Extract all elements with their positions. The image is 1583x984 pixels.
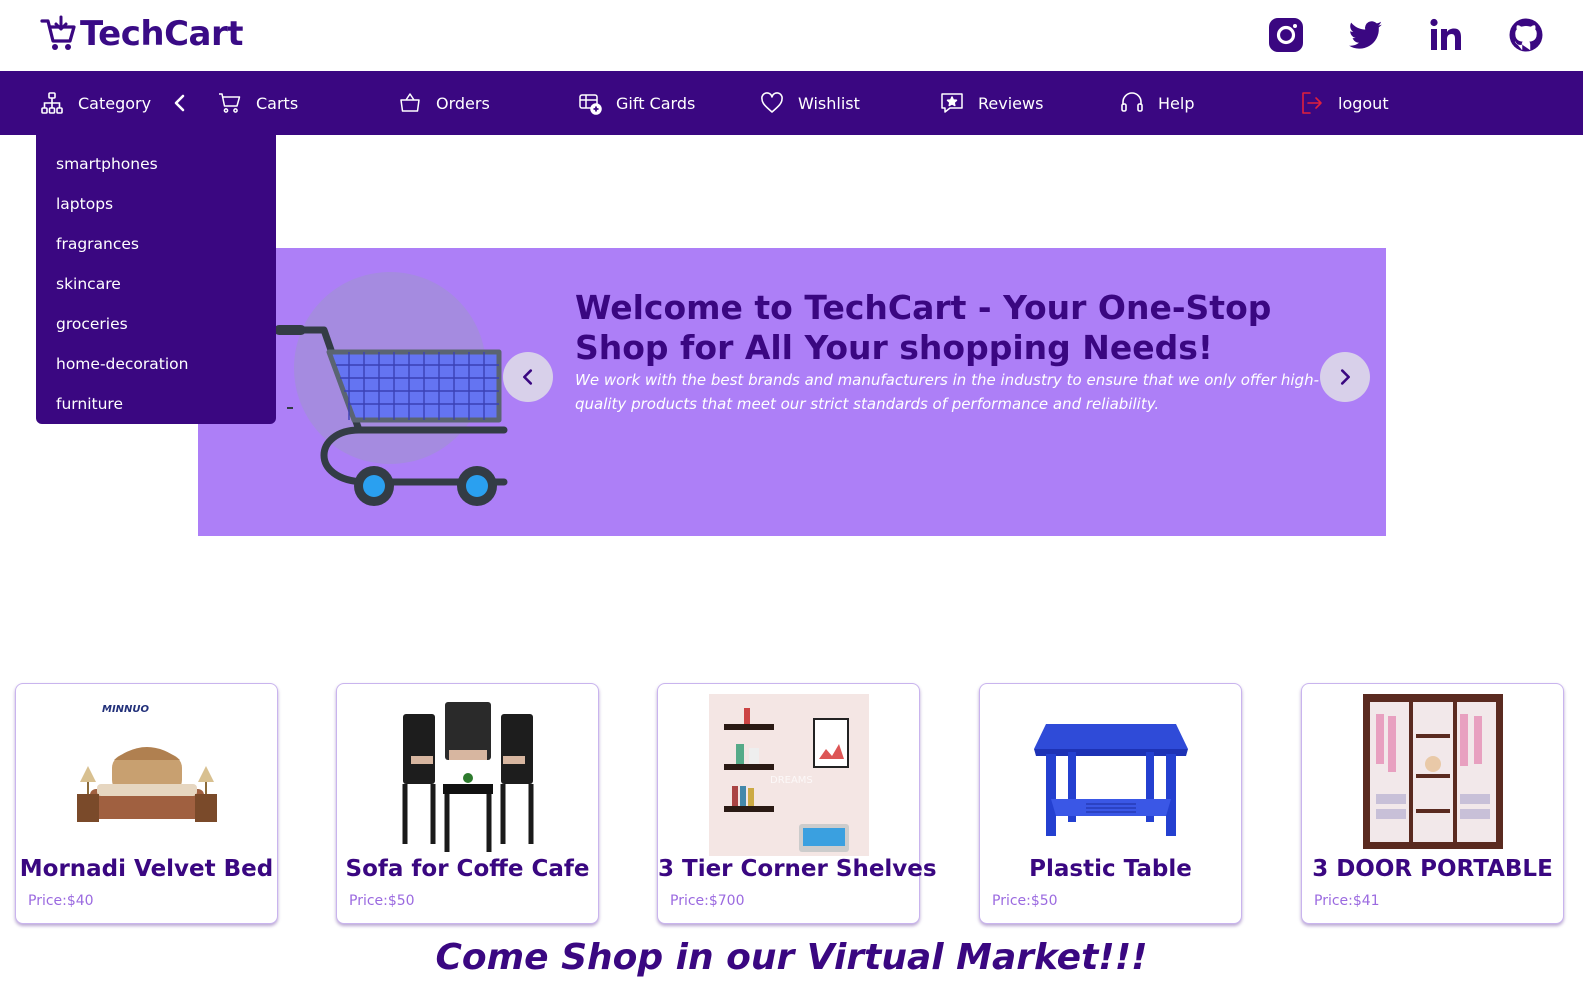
nav-carts[interactable]: Carts: [218, 71, 298, 135]
nav-wishlist[interactable]: Wishlist: [760, 71, 860, 135]
category-item-home-decoration[interactable]: home-decoration: [56, 355, 188, 373]
nav-category[interactable]: Category: [40, 71, 151, 135]
nav-reviews[interactable]: Reviews: [940, 71, 1043, 135]
nav-orders[interactable]: Orders: [398, 71, 490, 135]
review-star-icon: [941, 93, 963, 113]
hero-description: We work with the best brands and manufac…: [575, 371, 1319, 413]
category-item-groceries[interactable]: groceries: [56, 315, 128, 333]
product-price: Price:$700: [670, 893, 745, 909]
shopping-cart-illustration: [274, 325, 508, 506]
heart-icon: [761, 92, 783, 113]
product-name: 3 Tier Corner Shelves: [658, 856, 937, 882]
product-price: Price:$40: [28, 893, 94, 909]
nav-category-label: Category: [78, 93, 152, 113]
product-price: Price:$50: [992, 893, 1058, 909]
category-dropdown: smartphones laptops fragrances skincare …: [36, 135, 276, 424]
tagline: Come Shop in our Virtual Market!!!: [435, 937, 1148, 978]
chairs-image: [402, 702, 533, 852]
brand-name: TechCart: [80, 14, 244, 54]
chevron-right-icon: [1340, 369, 1350, 385]
nav-carts-label: Carts: [256, 93, 299, 113]
wardrobe-image: [1362, 694, 1503, 849]
product-price: Price:$41: [1314, 893, 1380, 909]
twitter-icon: [1349, 21, 1382, 49]
shelves-image: DREAMS: [708, 694, 869, 856]
social-links: [1267, 16, 1545, 54]
nav-logout-label: logout: [1338, 93, 1389, 113]
cart-logo-icon: [40, 15, 76, 50]
nav-reviews-label: Reviews: [978, 93, 1044, 113]
github-icon: [1509, 18, 1543, 52]
nav-gift-cards-label: Gift Cards: [616, 93, 696, 113]
nav-logout[interactable]: logout: [1300, 71, 1389, 135]
nav-help[interactable]: Help: [1120, 71, 1194, 135]
twitter-link[interactable]: [1347, 16, 1385, 54]
category-item-laptops[interactable]: laptops: [56, 195, 113, 213]
nav-wishlist-label: Wishlist: [798, 93, 860, 113]
nav-gift-cards[interactable]: Gift Cards: [578, 71, 695, 135]
logout-icon: [1302, 92, 1322, 114]
basket-icon: [400, 93, 420, 112]
product-card[interactable]: Sofa for Coffe Cafe Price:$50: [336, 683, 599, 924]
product-price: Price:$50: [349, 893, 415, 909]
slider-next-button[interactable]: [1320, 352, 1370, 402]
category-item-skincare[interactable]: skincare: [56, 275, 121, 293]
brand-logo[interactable]: TechCart: [40, 14, 244, 54]
product-name: Sofa for Coffe Cafe: [345, 856, 590, 882]
product-name: Mornadi Velvet Bed: [19, 856, 274, 882]
svg-text:MINNUO: MINNUO: [102, 704, 150, 715]
instagram-link[interactable]: [1267, 16, 1305, 54]
shelves-watermark: DREAMS: [770, 775, 813, 786]
product-card[interactable]: Plastic Table Price:$50: [979, 683, 1242, 924]
category-item-furniture[interactable]: furniture: [56, 395, 123, 413]
linkedin-link[interactable]: [1427, 16, 1465, 54]
table-image: [1033, 724, 1188, 836]
headset-icon: [1121, 92, 1143, 112]
product-name: 3 DOOR PORTABLE: [1312, 856, 1553, 882]
hero-banner: Welcome to TechCart - Your One-Stop Shop…: [198, 248, 1386, 536]
nav-orders-label: Orders: [436, 93, 490, 113]
nav-help-label: Help: [1158, 93, 1195, 113]
product-card[interactable]: DREAMS 3 Tier Corner Shelves Price:$700: [657, 683, 937, 924]
category-item-smartphones[interactable]: smartphones: [56, 155, 158, 173]
cart-icon: [219, 93, 241, 113]
github-link[interactable]: [1507, 16, 1545, 54]
linkedin-icon: [1430, 18, 1461, 50]
chevron-left-icon: [523, 369, 533, 385]
category-item-fragrances[interactable]: fragrances: [56, 235, 139, 253]
instagram-icon: [1269, 18, 1303, 52]
slider-prev-button[interactable]: [503, 352, 553, 402]
chevron-left-icon[interactable]: [168, 91, 192, 115]
bed-image: MINNUO: [76, 704, 217, 822]
top-header: TechCart: [0, 0, 1583, 71]
product-card[interactable]: MINNUO Mornadi Velvet Bed Price:$40: [15, 683, 278, 924]
product-name: Plastic Table: [1029, 856, 1192, 882]
main-navbar: Category Carts Orders Gift Cards Wishlis…: [0, 71, 1583, 135]
hero-title: Welcome to TechCart - Your One-Stop Shop…: [575, 288, 1272, 367]
product-card[interactable]: 3 DOOR PORTABLE Price:$41: [1301, 683, 1564, 924]
gift-card-icon: [579, 94, 602, 115]
sitemap-icon: [41, 92, 63, 114]
